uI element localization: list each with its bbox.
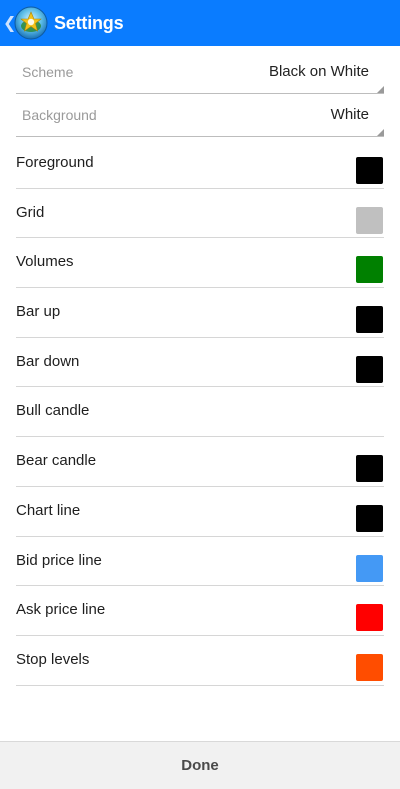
color-swatch[interactable]: [356, 604, 383, 632]
color-row-bar-up[interactable]: Bar up: [16, 288, 384, 338]
color-swatch[interactable]: [356, 355, 383, 383]
back-button[interactable]: ❮: [0, 0, 50, 46]
color-row-label: Foreground: [16, 154, 94, 171]
color-row-label: Bid price line: [16, 551, 102, 569]
metatrader-logo-icon: [14, 6, 48, 40]
color-row-label: Grid: [16, 203, 45, 221]
color-row-label: Bar down: [16, 352, 80, 370]
color-swatch[interactable]: [356, 306, 383, 334]
color-row-label: Ask price line: [16, 601, 106, 619]
bottom-bar: Done: [0, 741, 400, 789]
spinner-corner-icon: [377, 86, 384, 93]
color-settings-list: Foreground Grid Volumes Bar up Bar down …: [16, 139, 384, 686]
color-swatch[interactable]: [356, 653, 383, 681]
spinner-corner-icon: [377, 129, 384, 136]
scheme-spinner[interactable]: Scheme Black on White: [16, 58, 384, 94]
color-row-bear-candle[interactable]: Bear candle: [16, 437, 384, 487]
color-row-chart-line[interactable]: Chart line: [16, 487, 384, 537]
background-label: Background: [22, 107, 97, 123]
color-swatch[interactable]: [356, 256, 383, 284]
color-row-label: Bull candle: [16, 402, 90, 420]
page-title: Settings: [54, 13, 124, 33]
color-swatch[interactable]: [356, 157, 383, 184]
scheme-value: Black on White: [268, 63, 369, 80]
color-row-label: Stop levels: [16, 650, 90, 668]
action-bar: ❮ Settings: [0, 0, 400, 46]
color-swatch[interactable]: [356, 455, 383, 483]
color-row-foreground[interactable]: Foreground: [16, 139, 384, 189]
color-row-volumes[interactable]: Volumes: [16, 238, 384, 289]
color-swatch[interactable]: [356, 504, 383, 532]
background-spinner[interactable]: Background White: [16, 101, 384, 137]
color-row-ask-price-line[interactable]: Ask price line: [16, 586, 384, 636]
spinner-underline: [16, 136, 384, 137]
color-row-stop-levels[interactable]: Stop levels: [16, 636, 384, 686]
color-row-bar-down[interactable]: Bar down: [16, 338, 384, 388]
color-row-bull-candle[interactable]: Bull candle: [16, 387, 384, 438]
settings-screen: ❮ Settings Scheme Black on White Backgro…: [0, 0, 400, 789]
spinner-underline: [16, 93, 384, 94]
done-button[interactable]: Done: [0, 742, 400, 789]
color-row-grid[interactable]: Grid: [16, 189, 384, 239]
background-value: White: [330, 106, 369, 123]
color-row-label: Bear candle: [16, 452, 97, 470]
color-row-label: Chart line: [16, 501, 81, 519]
color-swatch[interactable]: [356, 554, 383, 582]
color-row-label: Bar up: [16, 303, 61, 321]
color-swatch[interactable]: [356, 206, 383, 234]
color-row-bid-price-line[interactable]: Bid price line: [16, 537, 384, 587]
color-row-label: Volumes: [16, 253, 74, 271]
scheme-label: Scheme: [22, 64, 74, 80]
